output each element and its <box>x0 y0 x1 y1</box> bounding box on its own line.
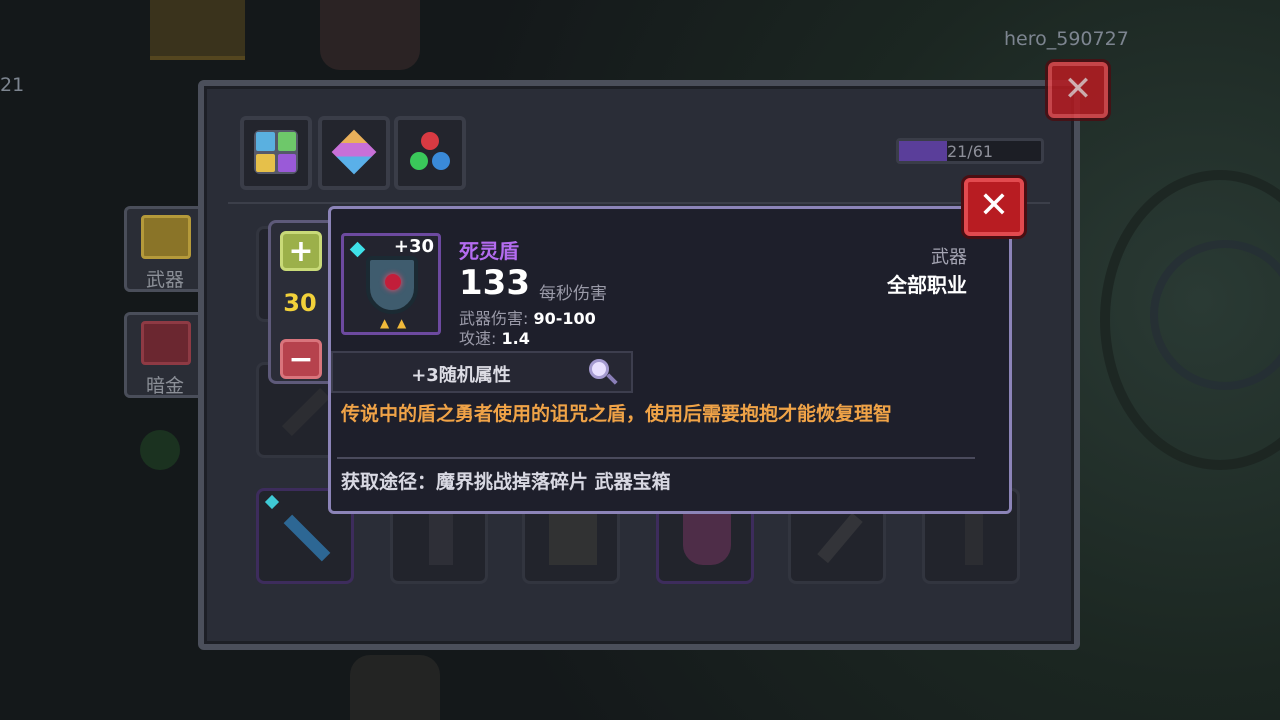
gun-item-icon <box>965 511 983 565</box>
quantity-stepper: + 30 − <box>268 220 332 384</box>
grid-icon <box>254 130 298 174</box>
random-attribute-row[interactable]: +3随机属性 <box>331 351 633 393</box>
random-attribute-label: +3随机属性 <box>411 365 511 386</box>
category-orb-button[interactable] <box>394 116 466 190</box>
item-tooltip: +30 ▲ ▲ 死灵盾 133 每秒伤害 武器伤害: 90-100 攻速: 1.… <box>328 206 1012 514</box>
stat-damage-value: 90-100 <box>533 309 596 328</box>
item-dps-label: 每秒伤害 <box>539 284 607 304</box>
game-screen: hero_590727 21 武器 暗金 21/61 ✕ + 30 − +30 … <box>0 0 1280 720</box>
stat-speed-value: 1.4 <box>501 329 530 348</box>
item-dps-value: 133 <box>459 263 530 303</box>
close-icon: ✕ <box>978 185 1010 226</box>
weapon-tab-icon <box>141 215 191 259</box>
tooltip-divider <box>337 457 975 459</box>
quantity-value: 30 <box>283 289 317 317</box>
bottle-item-icon <box>429 511 453 565</box>
background-banner <box>150 0 245 60</box>
item-icon-frame: +30 ▲ ▲ <box>341 233 441 335</box>
background-plant <box>140 430 180 470</box>
item-name: 死灵盾 <box>459 239 519 263</box>
capacity-text: 21/61 <box>946 142 994 161</box>
sword-item-icon <box>817 512 863 564</box>
category-gem-button[interactable] <box>318 116 390 190</box>
magnifier-icon[interactable] <box>589 359 618 387</box>
category-all-button[interactable] <box>240 116 312 190</box>
panel-divider <box>228 202 1050 204</box>
item-description: 传说中的盾之勇者使用的诅咒之盾，使用后需要抱抱才能恢复理智 <box>341 403 893 425</box>
rarity-gem-icon <box>349 241 366 258</box>
item-type: 武器 <box>931 247 967 268</box>
item-class: 全部职业 <box>887 273 967 297</box>
item-level-badge: +30 <box>393 236 434 257</box>
star-rating-icon: ▲ ▲ <box>380 316 409 330</box>
magnifier-handle <box>606 373 618 385</box>
dark-gold-tab-icon <box>141 321 191 365</box>
armor-item-icon <box>549 511 597 565</box>
orbs-icon <box>408 130 452 174</box>
side-tab-dark-gold[interactable]: 暗金 <box>124 312 206 398</box>
item-source: 获取途径：魔界挑战掉落碎片 武器宝箱 <box>341 471 671 493</box>
tooltip-close-button[interactable]: ✕ <box>964 178 1024 236</box>
side-tab-weapon[interactable]: 武器 <box>124 206 206 292</box>
background-npc-bottom <box>350 655 440 720</box>
decrease-button[interactable]: − <box>280 339 322 379</box>
panel-close-button[interactable]: ✕ <box>1048 62 1108 118</box>
rifle-item-icon <box>283 514 331 562</box>
prism-gem-icon <box>331 129 377 175</box>
chain-item-icon <box>281 387 331 437</box>
stat-speed-label: 攻速: <box>459 329 497 348</box>
shield-icon <box>366 256 418 314</box>
inventory-capacity-bar: 21/61 <box>896 138 1044 164</box>
background-npc <box>320 0 420 70</box>
player-name: hero_590727 <box>1004 28 1129 50</box>
shield-item-icon <box>683 511 731 565</box>
stat-speed: 攻速: 1.4 <box>459 325 530 349</box>
increase-button[interactable]: + <box>280 231 322 271</box>
side-tab-label: 武器 <box>145 269 184 291</box>
close-icon: ✕ <box>1063 69 1093 109</box>
rarity-gem-icon <box>264 494 280 510</box>
side-tab-label: 暗金 <box>145 375 184 397</box>
hud-number: 21 <box>0 74 25 96</box>
